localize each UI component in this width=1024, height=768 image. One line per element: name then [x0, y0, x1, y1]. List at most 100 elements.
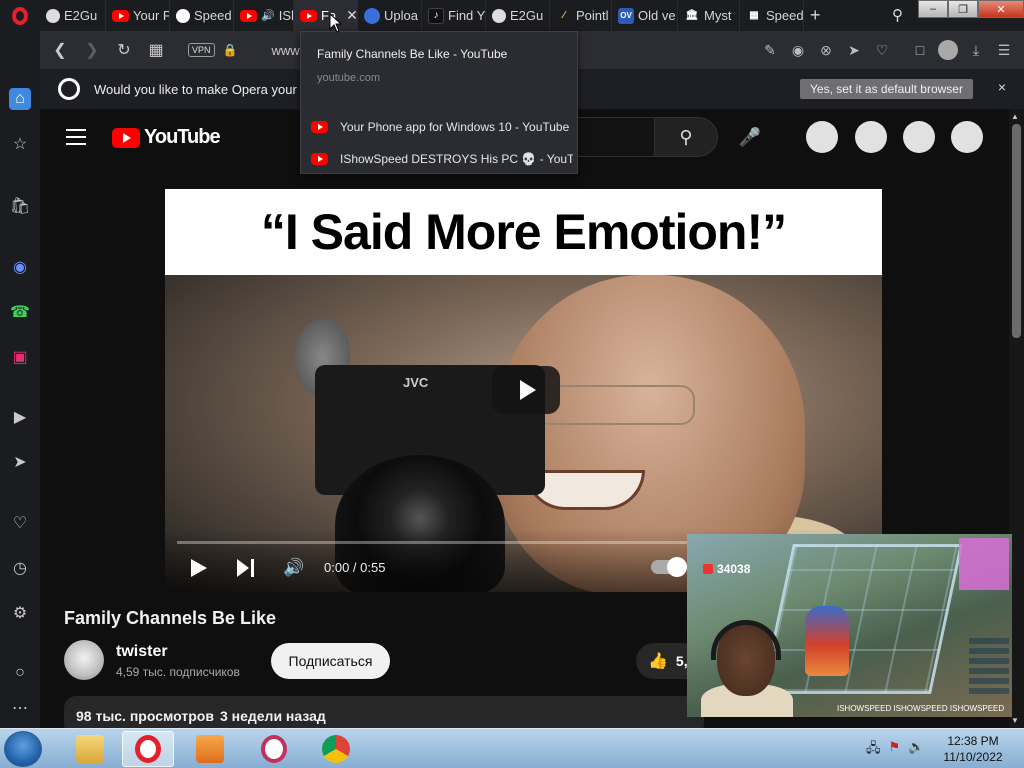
tab[interactable]: 🏛 Myst: [678, 0, 740, 31]
opera-menu-button[interactable]: [0, 0, 40, 31]
forward-button[interactable]: ❯: [76, 31, 108, 69]
e2-icon: [492, 8, 506, 23]
header-circle-button[interactable]: [903, 121, 935, 153]
maximize-button[interactable]: ❐: [948, 0, 978, 18]
channel-name[interactable]: twister: [116, 643, 168, 661]
tab[interactable]: E2Gu: [486, 0, 550, 31]
menu-icon[interactable]: [66, 129, 86, 145]
send-icon[interactable]: ➤: [842, 38, 866, 62]
youtube-logo[interactable]: YouTube: [112, 126, 221, 149]
whatsapp-icon[interactable]: ☎: [9, 301, 31, 323]
tab[interactable]: OV Old ve: [612, 0, 678, 31]
tab-preview-item[interactable]: IShowSpeed DESTROYS His PC 💀 - YouT...: [311, 148, 573, 170]
volume-icon[interactable]: 🔊: [908, 739, 924, 761]
heart-icon[interactable]: ♡: [9, 512, 31, 534]
speed-dial-button[interactable]: ▦: [140, 31, 172, 69]
media-player-taskbar-button[interactable]: [184, 731, 236, 767]
tab[interactable]: Your P: [106, 0, 170, 31]
send-icon[interactable]: ➤: [9, 451, 31, 473]
messenger-icon[interactable]: ◉: [9, 256, 31, 278]
history-icon[interactable]: ◷: [9, 557, 31, 579]
tab[interactable]: Uploa: [358, 0, 422, 31]
browser-tab-bar: E2Gu Your P Speed 🔊ISh Fa✕ Uploa ♪Find Y…: [0, 0, 1024, 31]
opera-gx-taskbar-button[interactable]: [248, 731, 300, 767]
more-icon[interactable]: ⋯: [9, 697, 31, 719]
instagram-icon[interactable]: ▣: [9, 346, 31, 368]
set-default-browser-button[interactable]: Yes, set it as default browser: [800, 79, 973, 99]
opera-logo-icon: [12, 6, 28, 25]
header-circle-button[interactable]: [855, 121, 887, 153]
screen: E2Gu Your P Speed 🔊ISh Fa✕ Uploa ♪Find Y…: [0, 0, 1024, 768]
youtube-icon: [311, 121, 328, 133]
opera-taskbar-button[interactable]: [122, 731, 174, 767]
channel-avatar[interactable]: [64, 640, 104, 680]
star-icon[interactable]: ☆: [9, 133, 31, 155]
cube-icon[interactable]: □: [908, 38, 932, 62]
lightbulb-icon[interactable]: ○: [9, 662, 31, 684]
tab[interactable]: Speed: [170, 0, 234, 31]
header-circle-button[interactable]: [951, 121, 983, 153]
video-player[interactable]: “I Said More Emotion!” JVC 🔊 0:00 / 0:55: [165, 189, 882, 592]
chrome-taskbar-button[interactable]: [310, 731, 362, 767]
network-icon[interactable]: 🖧: [866, 739, 881, 761]
play-icon[interactable]: [191, 559, 207, 577]
stream-credit: ISHOWSPEED ISHOWSPEED ISHOWSPEED: [837, 704, 1005, 713]
subscribe-button[interactable]: Подписаться: [271, 643, 390, 679]
snapshot-icon[interactable]: ◉: [786, 38, 810, 62]
tab[interactable]: ∕ Pointl: [550, 0, 612, 31]
home-icon[interactable]: ⌂: [9, 88, 31, 110]
scroll-up-arrow-icon[interactable]: ▲: [1011, 112, 1019, 121]
voice-search-button[interactable]: 🎤: [730, 117, 770, 157]
scrollbar-thumb[interactable]: [1012, 124, 1021, 338]
minimize-button[interactable]: –: [918, 0, 948, 18]
large-play-button[interactable]: [492, 366, 560, 414]
view-count: 98 тыс. просмотров: [76, 708, 214, 724]
youtube-icon: [112, 127, 140, 148]
opera-gx-icon: [261, 735, 287, 763]
shopping-bag-icon[interactable]: 🛍: [9, 195, 31, 217]
profile-button[interactable]: [936, 38, 960, 62]
settings-icon[interactable]: ⚙: [9, 602, 31, 624]
tab-preview-item[interactable]: Your Phone app for Windows 10 - YouTube: [311, 116, 573, 138]
flag-icon[interactable]: ⚑: [889, 739, 901, 761]
scroll-down-arrow-icon[interactable]: ▼: [1011, 716, 1019, 725]
windows-taskbar: 🖧 ⚑ 🔊 12:38 PM 11/10/2022: [0, 728, 1024, 768]
media-player-icon: [196, 735, 224, 763]
search-tabs-icon[interactable]: ⚲: [892, 6, 903, 24]
tab[interactable]: 🔊ISh: [234, 0, 294, 31]
download-icon[interactable]: ⤓: [964, 38, 988, 62]
like-count: 5,: [675, 653, 688, 669]
microphone-icon: 🎤: [738, 126, 762, 147]
player-icon[interactable]: ▶: [9, 406, 31, 428]
profile-avatar: [938, 40, 958, 60]
explorer-taskbar-button[interactable]: [64, 731, 116, 767]
search-button[interactable]: ⚲: [654, 117, 718, 157]
lock-icon[interactable]: 🔒: [223, 43, 238, 57]
youtube-icon: [112, 9, 129, 22]
new-tab-button[interactable]: +: [804, 0, 834, 31]
volume-icon[interactable]: 🔊: [283, 558, 304, 578]
infobar-close-button[interactable]: ×: [998, 79, 1006, 95]
tab[interactable]: E2Gu: [40, 0, 106, 31]
easy-setup-icon[interactable]: ☰: [992, 38, 1016, 62]
close-window-button[interactable]: ✕: [978, 0, 1024, 18]
toolbar-tools: ✎ ◉ ⊗ ➤ ♡ □ ⤓ ☰: [758, 31, 1016, 69]
block-ads-icon[interactable]: ⊗: [814, 38, 838, 62]
tab[interactable]: ♪ Find Y: [422, 0, 486, 31]
header-circle-button[interactable]: [806, 121, 838, 153]
tab-close-icon[interactable]: ✕: [346, 7, 357, 24]
vpn-badge[interactable]: VPN: [188, 43, 215, 57]
clock[interactable]: 12:38 PM 11/10/2022: [930, 733, 1016, 765]
picture-in-picture-player[interactable]: 34038 ISHOWSPEED ISHOWSPEED ISHOWSPEED: [687, 534, 1012, 717]
opera-logo-icon: [58, 78, 80, 100]
camera-brand: JVC: [403, 375, 429, 390]
edit-icon[interactable]: ✎: [758, 38, 782, 62]
autoplay-toggle[interactable]: [651, 557, 687, 577]
start-button[interactable]: [4, 731, 42, 767]
heart-icon[interactable]: ♡: [870, 38, 894, 62]
next-icon[interactable]: [237, 559, 255, 577]
back-button[interactable]: ❮: [44, 31, 76, 69]
reload-button[interactable]: ↻: [108, 31, 140, 69]
tab-active[interactable]: Fa ✕: [294, 0, 358, 31]
tab[interactable]: ▦ Speed: [740, 0, 804, 31]
